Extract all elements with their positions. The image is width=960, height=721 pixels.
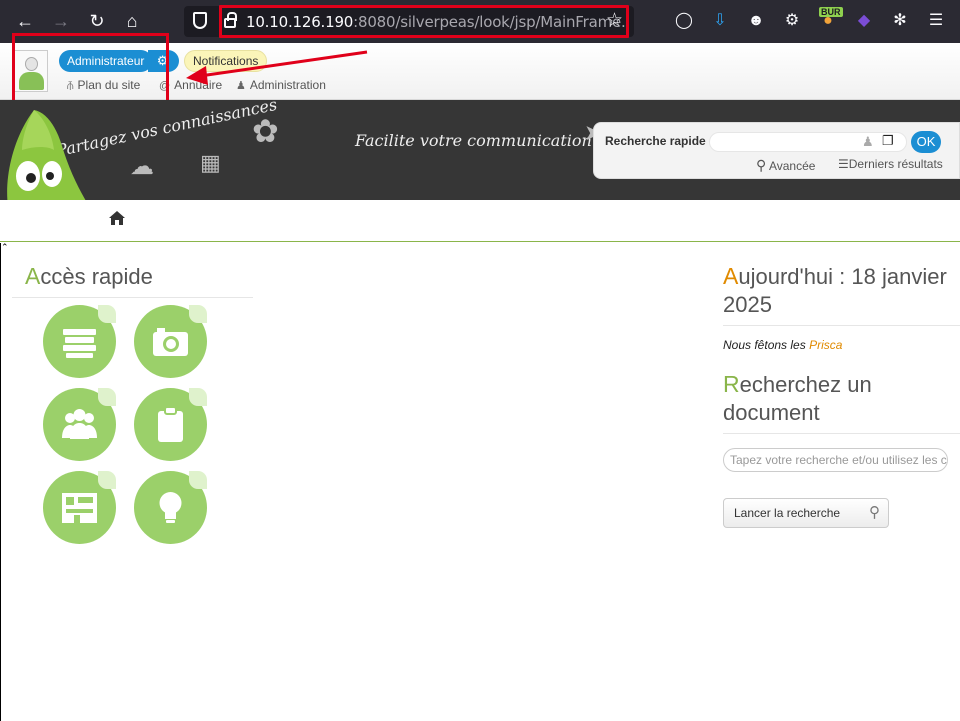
notifications-button[interactable]: Notifications [184, 50, 268, 72]
account-icon[interactable]: ☻ [746, 10, 766, 32]
shield-icon[interactable] [193, 12, 207, 29]
advanced-search-link[interactable]: ⚲ Avancée [756, 157, 815, 174]
quick-search-label: Recherche rapide [605, 134, 706, 148]
slogan-communication: Facilite votre communication [355, 131, 592, 150]
today-divider [723, 325, 960, 326]
frame-border [0, 243, 1, 721]
home-browser-icon[interactable]: ⌂ [119, 8, 145, 34]
quick-access-library[interactable] [43, 305, 116, 378]
extension-diamond-icon[interactable]: ◆ [854, 10, 874, 32]
quick-access-tasks[interactable] [134, 388, 207, 461]
forward-icon[interactable]: → [48, 8, 74, 34]
last-results-link[interactable]: ☰Derniers résultats [838, 157, 943, 171]
chess-piece-icon: ♟ [236, 80, 246, 92]
user-filter-icon[interactable]: ♟ [862, 134, 874, 150]
quick-access-site-map[interactable] [43, 471, 116, 544]
image-doodle-icon: ▦ [200, 150, 221, 175]
launch-search-button[interactable]: Lancer la recherche ⚲ [723, 498, 889, 528]
camera-icon [153, 328, 188, 356]
download-icon[interactable]: ⇩ [710, 10, 730, 32]
user-annotation-box [12, 33, 169, 103]
today-title: Aujourd'hui : 18 janvier 2025 [723, 263, 947, 317]
admin-link[interactable]: ♟ Administration [236, 78, 326, 92]
speech-doodle-icon: ☁ [130, 153, 154, 180]
feast-of-day: Nous fêtons les Prisca [723, 338, 843, 352]
menu-icon[interactable]: ☰ [926, 10, 946, 32]
books-icon [63, 329, 96, 358]
building-plan-icon [62, 493, 97, 523]
bookmark-star-icon[interactable]: ☆ [606, 9, 623, 32]
reload-icon[interactable]: ↻ [84, 8, 110, 34]
document-search-input[interactable]: Tapez votre recherche et/ou utilisez les… [723, 448, 948, 472]
search-icon: ⚲ [869, 504, 880, 521]
collapse-caret-icon[interactable]: ⌃ [1, 242, 9, 253]
back-icon[interactable]: ← [12, 8, 38, 34]
list-icon: ☰ [838, 157, 849, 171]
clipboard-icon [158, 406, 183, 442]
magnifier-plus-icon: ⚲ [756, 157, 767, 173]
home-icon[interactable] [108, 210, 126, 226]
quick-access-gallery[interactable] [134, 305, 207, 378]
quick-access-title: Accès rapide [25, 263, 153, 289]
search-document-title: Recherchez un document [723, 371, 872, 425]
quick-access-divider [12, 297, 253, 298]
quick-search-ok-button[interactable]: OK [911, 131, 941, 153]
extension-badge: BUR [819, 7, 843, 17]
quick-access-community[interactable] [43, 388, 116, 461]
url-annotation-box [219, 5, 629, 38]
lightbulb-doodle-icon: ✿ [252, 113, 279, 149]
search-document-divider [723, 433, 960, 434]
quick-access-ideas[interactable] [134, 471, 207, 544]
extensions-icon[interactable]: ⚙ [782, 10, 802, 32]
navigation-strip [0, 200, 960, 242]
group-icon [62, 409, 97, 439]
feast-name: Prisca [809, 338, 843, 352]
cookie-icon[interactable]: ✻ [890, 10, 910, 32]
documents-icon[interactable]: ❐ [882, 133, 894, 149]
lightbulb-icon [159, 492, 182, 523]
quick-search-input[interactable] [709, 132, 907, 152]
pocket-icon[interactable]: ◯ [674, 10, 694, 32]
